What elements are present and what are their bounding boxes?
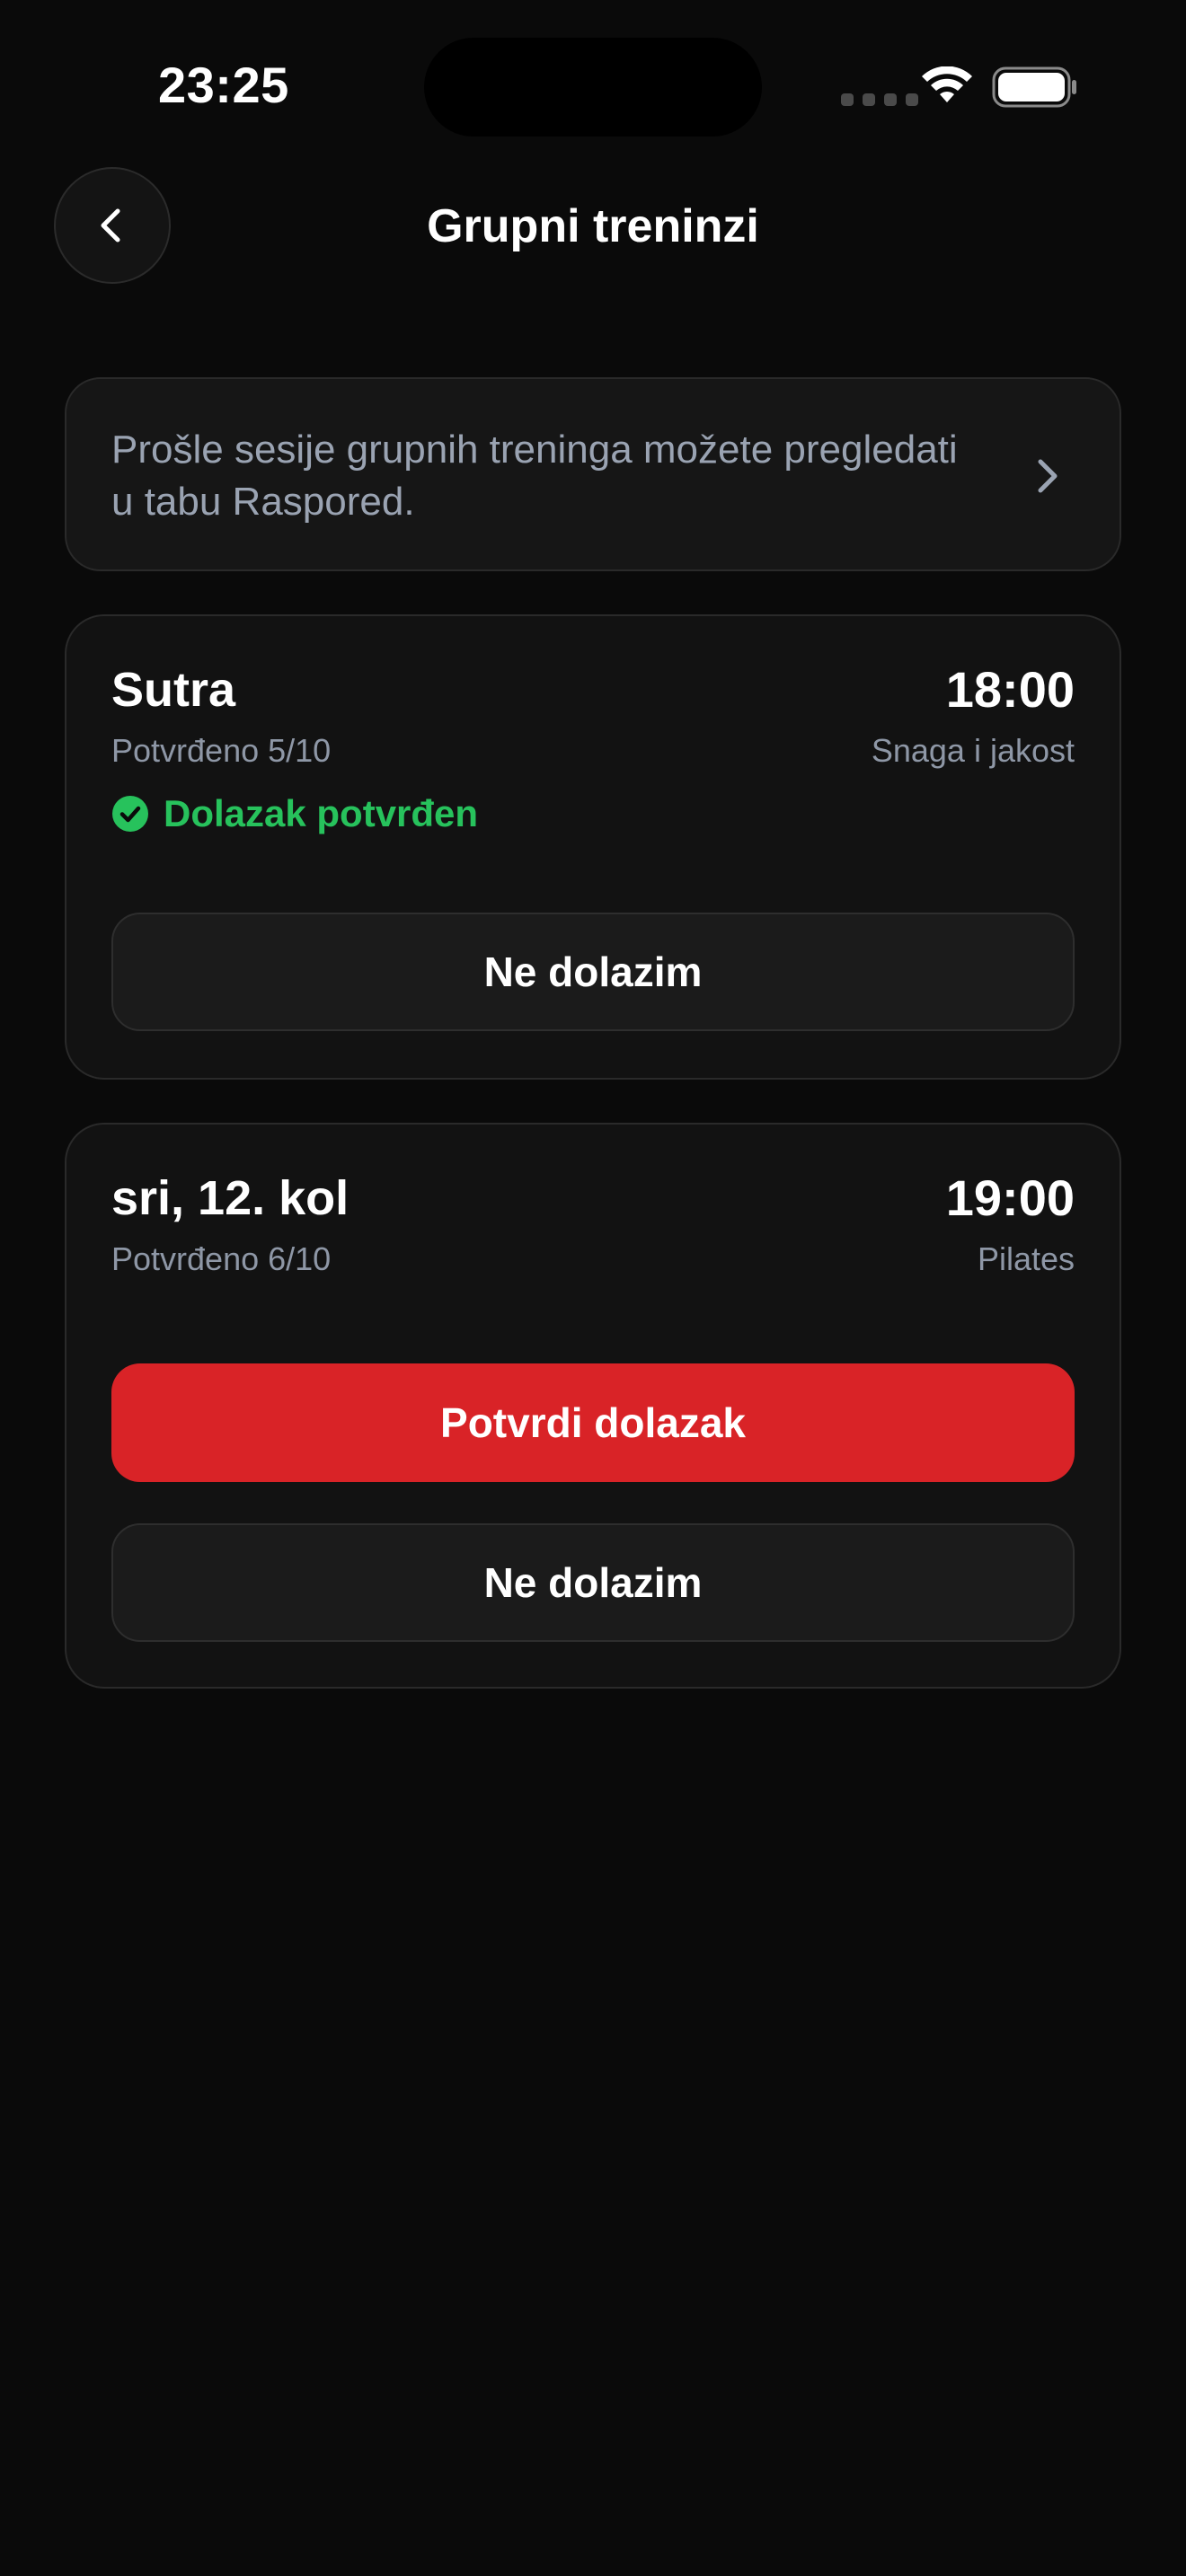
session-day: Sutra — [111, 663, 236, 717]
session-confirmed-count: Potvrđeno 5/10 — [111, 732, 332, 769]
session-type: Pilates — [977, 1240, 1075, 1277]
session-time: 18:00 — [945, 661, 1075, 718]
attendance-status-text: Dolazak potvrđen — [164, 792, 479, 834]
session-confirmed-count: Potvrđeno 6/10 — [111, 1240, 332, 1277]
session-card: sri, 12. kol 19:00 Potvrđeno 6/10 Pilate… — [65, 1123, 1121, 1689]
session-card: Sutra 18:00 Potvrđeno 5/10 Snaga i jakos… — [65, 614, 1121, 1080]
decline-attendance-button[interactable]: Ne dolazim — [111, 1523, 1075, 1642]
check-circle-icon — [112, 796, 148, 832]
past-sessions-banner[interactable]: Prošle sesije grupnih treninga možete pr… — [65, 377, 1121, 571]
past-sessions-info-text: Prošle sesije grupnih treninga možete pr… — [111, 428, 958, 524]
dynamic-island — [424, 38, 762, 137]
confirm-attendance-button[interactable]: Potvrdi dolazak — [111, 1363, 1075, 1482]
decline-attendance-button[interactable]: Ne dolazim — [111, 913, 1075, 1031]
status-bar: 23:25 — [0, 0, 1186, 171]
chevron-right-icon — [1038, 459, 1058, 493]
page-title: Grupni treninzi — [427, 200, 759, 252]
attendance-confirmed-badge: Dolazak potvrđen — [111, 790, 478, 837]
status-time: 23:25 — [158, 57, 289, 113]
session-time: 19:00 — [945, 1169, 1075, 1226]
session-day: sri, 12. kol — [111, 1171, 350, 1225]
battery-icon — [992, 66, 1076, 108]
wifi-icon — [922, 66, 972, 102]
session-type: Snaga i jakost — [871, 732, 1075, 769]
cellular-signal-icon — [841, 93, 918, 106]
